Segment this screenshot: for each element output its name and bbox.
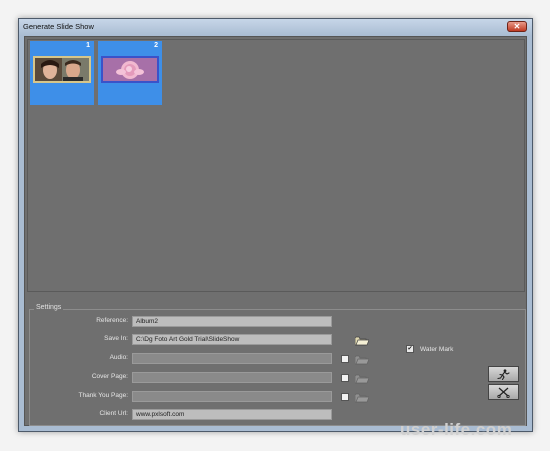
close-button[interactable]: ✕ xyxy=(507,21,527,32)
open-folder-icon xyxy=(354,393,370,403)
water-mark-checkbox[interactable]: ✔ xyxy=(406,345,414,353)
cancel-button[interactable] xyxy=(488,384,519,400)
dialog-client-area: 1 2 Settings Reference: Album2 Save In: … xyxy=(24,36,527,426)
generate-button[interactable] xyxy=(488,366,519,382)
cover-page-checkbox[interactable] xyxy=(341,374,349,382)
save-in-label: Save In: xyxy=(104,335,128,342)
audio-browse-button[interactable] xyxy=(354,352,370,370)
audio-checkbox[interactable] xyxy=(341,355,349,363)
checkmark-icon: ✔ xyxy=(407,346,413,352)
audio-label: Audio: xyxy=(109,354,128,361)
cover-page-browse-button[interactable] xyxy=(354,371,370,389)
client-url-input[interactable]: www.pxlsoft.com xyxy=(132,409,332,420)
close-icon: ✕ xyxy=(513,22,521,31)
pink-rose-photo xyxy=(101,56,159,83)
settings-legend: Settings xyxy=(34,304,64,311)
cover-page-input[interactable] xyxy=(132,372,332,383)
slide-number: 2 xyxy=(154,42,158,49)
running-man-icon xyxy=(497,369,510,380)
water-mark-label: Water Mark xyxy=(420,346,454,353)
slide-number: 1 xyxy=(86,42,90,49)
two-people-photo xyxy=(33,56,91,83)
slide-thumbnail-1[interactable]: 1 xyxy=(30,41,94,105)
title-bar[interactable]: Generate Slide Show ✕ xyxy=(19,19,532,36)
open-folder-icon xyxy=(354,336,370,346)
thank-you-page-label: Thank You Page: xyxy=(78,392,128,399)
generate-slide-show-window: Generate Slide Show ✕ 1 2 Settings Refer… xyxy=(18,18,533,432)
thank-you-page-browse-button[interactable] xyxy=(354,390,370,408)
save-in-input[interactable]: C:\Dg Foto Art Gold Trial\SlideShow xyxy=(132,334,332,345)
thank-you-page-input[interactable] xyxy=(132,391,332,402)
settings-group: Settings Reference: Album2 Save In: C:\D… xyxy=(29,304,526,426)
site-watermark: user-life.com xyxy=(400,420,513,439)
scissors-icon xyxy=(497,387,510,398)
audio-input[interactable] xyxy=(132,353,332,364)
slide-gallery: 1 2 xyxy=(27,39,525,292)
reference-label: Reference: xyxy=(96,317,128,324)
slide-thumbnail-2[interactable]: 2 xyxy=(98,41,162,105)
cover-page-label: Cover Page: xyxy=(91,373,128,380)
window-title: Generate Slide Show xyxy=(23,22,94,31)
thank-you-page-checkbox[interactable] xyxy=(341,393,349,401)
open-folder-icon xyxy=(354,355,370,365)
reference-input[interactable]: Album2 xyxy=(132,316,332,327)
save-in-browse-button[interactable] xyxy=(354,333,370,351)
open-folder-icon xyxy=(354,374,370,384)
client-url-label: Client Url: xyxy=(99,410,128,417)
